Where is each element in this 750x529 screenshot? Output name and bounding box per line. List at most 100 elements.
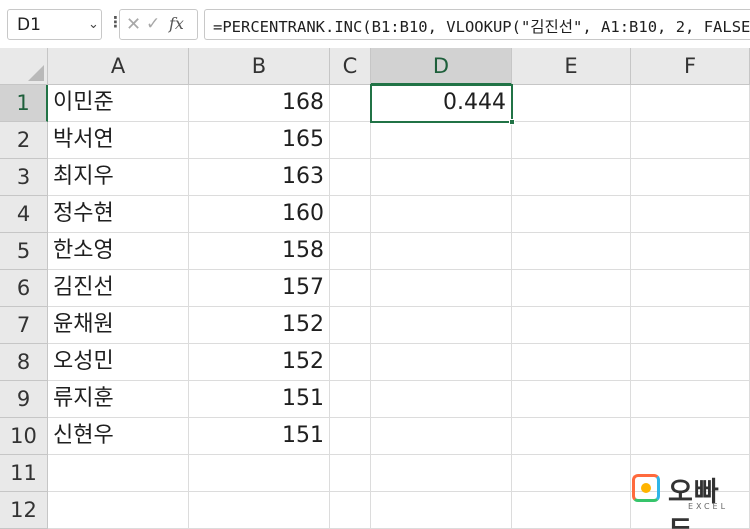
cell-a5[interactable]: 한소영 — [48, 233, 189, 270]
cell-f8[interactable] — [631, 344, 750, 381]
cell-a11[interactable] — [48, 455, 189, 492]
cell-e1[interactable] — [512, 85, 631, 122]
cell-b1[interactable]: 168 — [189, 85, 330, 122]
name-box[interactable]: D1 ⌄ — [7, 9, 102, 40]
cell-b7[interactable]: 152 — [189, 307, 330, 344]
formula-buttons: ✕ ✓ fx — [119, 9, 198, 40]
row-header-12[interactable]: 12 — [0, 492, 48, 529]
cell-f2[interactable] — [631, 122, 750, 159]
formula-input[interactable]: =PERCENTRANK.INC(B1:B10, VLOOKUP("김진선", … — [204, 9, 750, 40]
cell-c4[interactable] — [330, 196, 371, 233]
cell-c2[interactable] — [330, 122, 371, 159]
cell-e6[interactable] — [512, 270, 631, 307]
cell-a1[interactable]: 이민준 — [48, 85, 189, 122]
cell-a8[interactable]: 오성민 — [48, 344, 189, 381]
cell-d2[interactable] — [371, 122, 512, 159]
cell-b3[interactable]: 163 — [189, 159, 330, 196]
column-header-f[interactable]: F — [631, 48, 750, 85]
cell-d10[interactable] — [371, 418, 512, 455]
row-header-11[interactable]: 11 — [0, 455, 48, 492]
cell-b12[interactable] — [189, 492, 330, 529]
cell-f1[interactable] — [631, 85, 750, 122]
select-all-button[interactable] — [0, 48, 48, 85]
cell-e12[interactable] — [512, 492, 631, 529]
cell-b10[interactable]: 151 — [189, 418, 330, 455]
column-header-a[interactable]: A — [48, 48, 189, 85]
cell-a4[interactable]: 정수현 — [48, 196, 189, 233]
cell-c5[interactable] — [330, 233, 371, 270]
cell-a12[interactable] — [48, 492, 189, 529]
cell-c8[interactable] — [330, 344, 371, 381]
cell-b5[interactable]: 158 — [189, 233, 330, 270]
cell-a10[interactable]: 신현우 — [48, 418, 189, 455]
cell-d7[interactable] — [371, 307, 512, 344]
cell-a6[interactable]: 김진선 — [48, 270, 189, 307]
cell-f7[interactable] — [631, 307, 750, 344]
row-header-2[interactable]: 2 — [0, 122, 48, 159]
chevron-down-icon[interactable]: ⌄ — [88, 17, 99, 32]
row-header-7[interactable]: 7 — [0, 307, 48, 344]
cell-c9[interactable] — [330, 381, 371, 418]
cell-e9[interactable] — [512, 381, 631, 418]
cell-f9[interactable] — [631, 381, 750, 418]
logo-subtext: EXCEL — [688, 502, 729, 511]
cell-e11[interactable] — [512, 455, 631, 492]
cell-c11[interactable] — [330, 455, 371, 492]
row-header-10[interactable]: 10 — [0, 418, 48, 455]
cell-c7[interactable] — [330, 307, 371, 344]
cell-b11[interactable] — [189, 455, 330, 492]
column-header-c[interactable]: C — [330, 48, 371, 85]
cell-a3[interactable]: 최지우 — [48, 159, 189, 196]
cell-a2[interactable]: 박서연 — [48, 122, 189, 159]
cell-b2[interactable]: 165 — [189, 122, 330, 159]
row-header-4[interactable]: 4 — [0, 196, 48, 233]
cell-a7[interactable]: 윤채원 — [48, 307, 189, 344]
row-header-5[interactable]: 5 — [0, 233, 48, 270]
cancel-icon[interactable]: ✕ — [126, 14, 141, 35]
cell-b4[interactable]: 160 — [189, 196, 330, 233]
cell-a9[interactable]: 류지훈 — [48, 381, 189, 418]
cell-e4[interactable] — [512, 196, 631, 233]
name-box-value: D1 — [17, 15, 41, 35]
cell-b8[interactable]: 152 — [189, 344, 330, 381]
column-header-b[interactable]: B — [189, 48, 330, 85]
cell-f6[interactable] — [631, 270, 750, 307]
formula-text: =PERCENTRANK.INC(B1:B10, VLOOKUP("김진선", … — [213, 18, 750, 36]
cell-d11[interactable] — [371, 455, 512, 492]
column-header-e[interactable]: E — [512, 48, 631, 85]
column-header-d[interactable]: D — [371, 48, 512, 85]
enter-icon[interactable]: ✓ — [146, 14, 160, 34]
cell-b6[interactable]: 157 — [189, 270, 330, 307]
insert-function-icon[interactable]: fx — [169, 14, 184, 33]
cell-f4[interactable] — [631, 196, 750, 233]
row-header-6[interactable]: 6 — [0, 270, 48, 307]
cell-e7[interactable] — [512, 307, 631, 344]
cell-d4[interactable] — [371, 196, 512, 233]
cell-c12[interactable] — [330, 492, 371, 529]
cell-e8[interactable] — [512, 344, 631, 381]
cell-f3[interactable] — [631, 159, 750, 196]
cell-d3[interactable] — [371, 159, 512, 196]
cell-d8[interactable] — [371, 344, 512, 381]
cell-d6[interactable] — [371, 270, 512, 307]
cell-e5[interactable] — [512, 233, 631, 270]
cell-f5[interactable] — [631, 233, 750, 270]
cell-c6[interactable] — [330, 270, 371, 307]
cell-b9[interactable]: 151 — [189, 381, 330, 418]
fill-handle[interactable] — [509, 119, 515, 125]
row-header-9[interactable]: 9 — [0, 381, 48, 418]
cell-d9[interactable] — [371, 381, 512, 418]
cell-c3[interactable] — [330, 159, 371, 196]
row-header-1[interactable]: 1 — [0, 85, 48, 122]
spreadsheet-grid: A B C D E F 1 2 3 4 5 6 7 8 9 10 11 12 이… — [0, 48, 750, 529]
row-header-3[interactable]: 3 — [0, 159, 48, 196]
cell-f10[interactable] — [631, 418, 750, 455]
row-header-8[interactable]: 8 — [0, 344, 48, 381]
cell-e2[interactable] — [512, 122, 631, 159]
cell-d5[interactable] — [371, 233, 512, 270]
cell-c1[interactable] — [330, 85, 371, 122]
cell-e3[interactable] — [512, 159, 631, 196]
cell-e10[interactable] — [512, 418, 631, 455]
cell-c10[interactable] — [330, 418, 371, 455]
cell-d12[interactable] — [371, 492, 512, 529]
